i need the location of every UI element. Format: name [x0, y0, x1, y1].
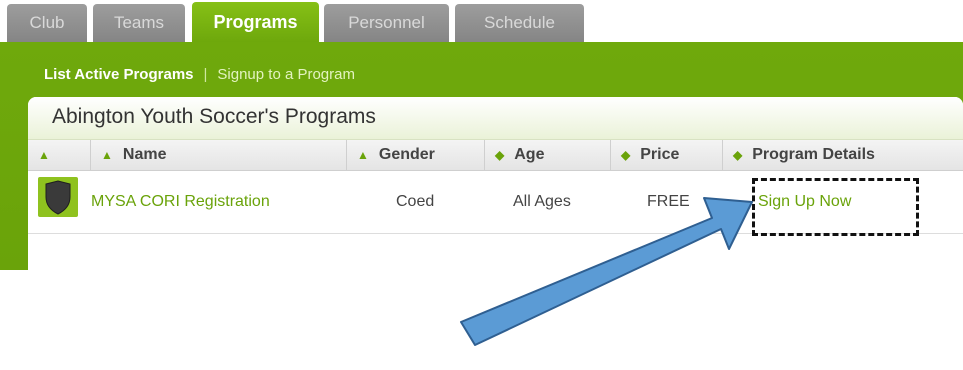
age-value: All Ages [513, 193, 571, 210]
top-tab-bar: Club Teams Programs Personnel Schedule [0, 0, 963, 42]
sort-updown-icon: ▲︎ [38, 148, 50, 162]
subnav-separator: | [203, 66, 208, 83]
table-header: ▲︎ ▲ Name ▲ Gender ◆ Age ◆ Price ◆ Program De… [28, 140, 963, 171]
sort-all-column[interactable]: ▲︎ [28, 140, 90, 170]
sub-navigation: List Active Programs | Signup to a Program [44, 64, 355, 86]
sort-up-icon: ▲ [357, 148, 369, 162]
shield-icon-graphic [45, 180, 71, 215]
tab-schedule[interactable]: Schedule [455, 4, 584, 42]
sort-updown-icon: ◆ [621, 148, 631, 162]
sort-up-icon: ▲ [101, 148, 113, 162]
highlight-box [752, 178, 919, 236]
tab-personnel[interactable]: Personnel [324, 4, 449, 42]
column-header-program-details[interactable]: ◆ Program Details [722, 140, 963, 170]
signup-to-program-link[interactable]: Signup to a Program [217, 66, 355, 83]
shield-icon [38, 177, 78, 217]
column-label-age: Age [514, 146, 545, 163]
column-label-gender: Gender [378, 146, 435, 163]
column-header-gender[interactable]: ▲ Gender [346, 140, 484, 170]
column-label-program-details: Program Details [752, 146, 875, 163]
tab-programs[interactable]: Programs [192, 2, 319, 42]
price-value: FREE [647, 193, 690, 210]
sort-updown-icon: ◆ [495, 148, 505, 162]
list-active-programs-link[interactable]: List Active Programs [44, 66, 194, 83]
column-label-price: Price [640, 146, 680, 163]
sort-updown-icon: ◆ [733, 148, 743, 162]
page-title: Abington Youth Soccer's Programs [52, 105, 376, 128]
column-header-price[interactable]: ◆ Price [610, 140, 722, 170]
column-header-age[interactable]: ◆ Age [484, 140, 610, 170]
column-label-name: Name [122, 146, 167, 163]
program-name-link[interactable]: MYSA CORI Registration [91, 193, 270, 210]
tab-teams[interactable]: Teams [93, 4, 185, 42]
column-header-name[interactable]: ▲ Name [90, 140, 346, 170]
tab-club[interactable]: Club [7, 4, 87, 42]
panel-header: Abington Youth Soccer's Programs [28, 97, 963, 140]
gender-value: Coed [396, 193, 435, 210]
